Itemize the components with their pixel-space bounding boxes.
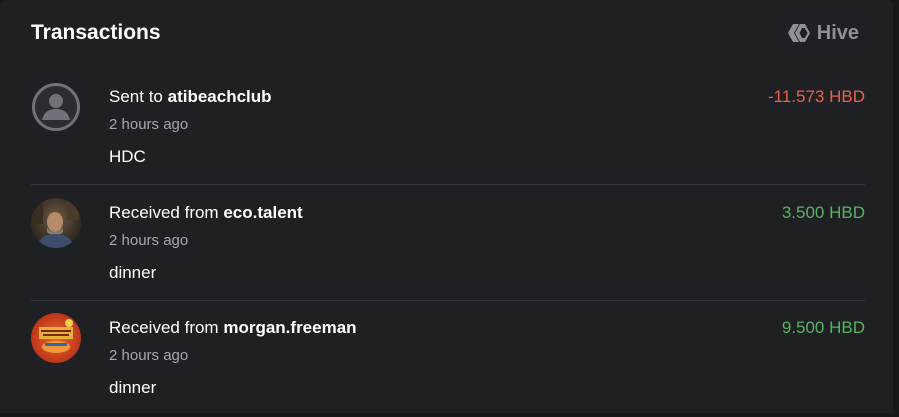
brand-label: Hive	[816, 21, 859, 44]
transaction-description: Received from eco.talent	[109, 203, 303, 223]
hive-logo-icon	[787, 23, 811, 43]
direction-text: Received from	[109, 203, 219, 222]
card-header: Transactions Hive	[31, 20, 859, 48]
transaction-description: Received from morgan.freeman	[109, 318, 357, 338]
transaction-description: Sent to atibeachclub	[109, 87, 272, 107]
user-photo-avatar[interactable]	[31, 198, 81, 248]
hive-brand[interactable]: Hive	[787, 20, 859, 46]
default-user-avatar-icon[interactable]	[31, 82, 81, 132]
user-photo-avatar[interactable]	[31, 313, 81, 363]
username-link[interactable]: atibeachclub	[168, 87, 272, 106]
transaction-memo: dinner	[109, 263, 157, 282]
transaction-row[interactable]: Received from eco.talent 2 hours ago din…	[31, 186, 865, 302]
username-link[interactable]: eco.talent	[223, 203, 302, 222]
transaction-row[interactable]: Received from morgan.freeman 2 hours ago…	[31, 301, 865, 417]
transaction-time: 2 hours ago	[109, 116, 189, 133]
username-link[interactable]: morgan.freeman	[223, 318, 356, 337]
direction-text: Received from	[109, 318, 219, 337]
card-title: Transactions	[31, 21, 161, 44]
transaction-memo: dinner	[109, 378, 157, 397]
transaction-row[interactable]: Sent to atibeachclub 2 hours ago HDC -11…	[31, 70, 865, 186]
transaction-amount: -11.573 HBD	[767, 87, 865, 106]
transactions-card: Transactions Hive Sent to atibeachclub 2…	[0, 0, 893, 413]
direction-text: Sent to	[109, 87, 163, 106]
transaction-amount: 3.500 HBD	[781, 203, 865, 222]
transaction-memo: HDC	[109, 147, 146, 166]
transaction-amount: 9.500 HBD	[781, 318, 865, 337]
transaction-time: 2 hours ago	[109, 347, 189, 364]
transaction-time: 2 hours ago	[109, 232, 189, 249]
row-divider	[31, 184, 865, 185]
